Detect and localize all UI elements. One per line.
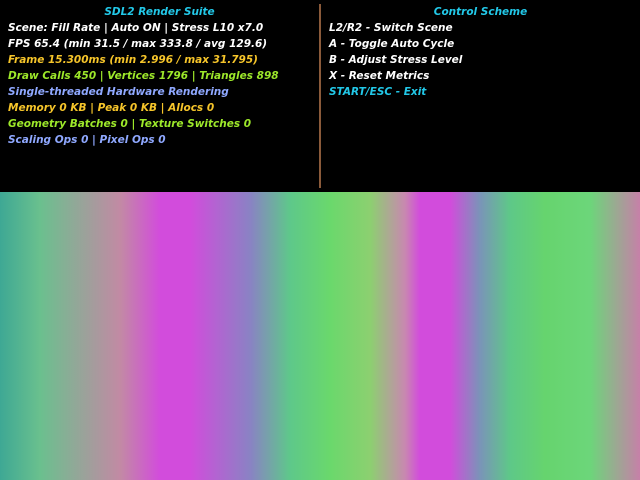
draw-calls-line: Draw Calls 450 | Vertices 1796 | Triangl… xyxy=(8,70,279,82)
control-exit: START/ESC - Exit xyxy=(329,86,427,98)
controls-panel: Control Scheme L2/R2 - Switch Scene A - … xyxy=(321,0,640,192)
hud-overlay: SDL2 Render Suite Scene: Fill Rate | Aut… xyxy=(0,0,640,192)
memory-line: Memory 0 KB | Peak 0 KB | Allocs 0 xyxy=(8,102,215,114)
stats-panel: SDL2 Render Suite Scene: Fill Rate | Aut… xyxy=(0,0,319,192)
frame-time-line: Frame 15.300ms (min 2.996 / max 31.795) xyxy=(8,54,258,66)
fps-line: FPS 65.4 (min 31.5 / max 333.8 / avg 129… xyxy=(8,38,268,50)
render-mode-line: Single-threaded Hardware Rendering xyxy=(8,86,229,98)
control-switch-scene: L2/R2 - Switch Scene xyxy=(329,22,453,34)
fill-rate-scene-canvas xyxy=(0,192,640,480)
control-stress-level: B - Adjust Stress Level xyxy=(329,54,463,66)
scene-status-line: Scene: Fill Rate | Auto ON | Stress L10 … xyxy=(8,22,264,34)
scaling-ops-line: Scaling Ops 0 | Pixel Ops 0 xyxy=(8,134,166,146)
batches-line: Geometry Batches 0 | Texture Switches 0 xyxy=(8,118,252,130)
stats-panel-title: SDL2 Render Suite xyxy=(104,6,215,18)
control-reset-metrics: X - Reset Metrics xyxy=(329,70,430,82)
control-toggle-auto: A - Toggle Auto Cycle xyxy=(329,38,455,50)
controls-panel-title: Control Scheme xyxy=(433,6,528,18)
